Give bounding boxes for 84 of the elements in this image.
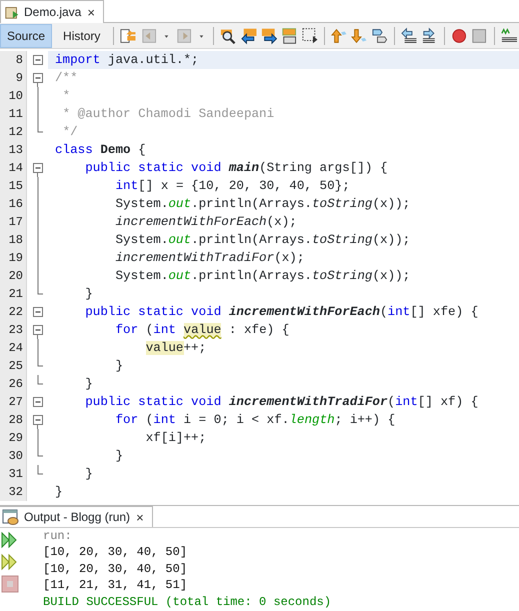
line-number: 9: [14, 70, 24, 87]
output-line: BUILD SUCCESSFUL (total time: 0 seconds): [43, 594, 332, 610]
line-number: 17: [8, 214, 24, 231]
code-line: * @author Chamodi Sandeepani: [62, 106, 276, 123]
line-number: 26: [8, 376, 24, 393]
code-line: }: [84, 286, 94, 303]
collapse-icon[interactable]: [32, 73, 42, 83]
code-line: /**: [54, 70, 79, 87]
code-line: System.out.println(Arrays.toString(x));: [114, 268, 412, 285]
line-number: 31: [8, 466, 24, 483]
code-line: System.out.println(Arrays.toString(x));: [114, 232, 412, 249]
search-icon[interactable]: [220, 26, 237, 44]
collapse-icon[interactable]: [32, 397, 42, 407]
line-number: 19: [8, 250, 24, 267]
code-line: incrementWithForEach(x);: [114, 214, 298, 231]
down-arrow-icon[interactable]: [351, 26, 368, 44]
line-number: 23: [8, 322, 24, 339]
line-number: 29: [8, 430, 24, 447]
line-number: 24: [8, 340, 24, 357]
code-line: for (int i = 0; i < xf.length; i++) {: [114, 412, 396, 429]
line-number: 11: [8, 106, 24, 123]
line-number: 28: [8, 412, 24, 429]
code-line: }: [84, 466, 94, 483]
line-number: 21: [8, 286, 24, 303]
line-number: 32: [8, 484, 24, 501]
rerun-icon[interactable]: [1, 530, 19, 549]
line-number: 18: [8, 232, 24, 249]
record-icon[interactable]: [450, 26, 468, 44]
code-line: public static void main(String args[]) {: [84, 160, 389, 177]
line-number: 22: [8, 304, 24, 321]
line-number: 13: [8, 142, 24, 159]
rerun-with-options-icon[interactable]: [1, 552, 19, 571]
output-line: [10, 20, 30, 40, 50]: [43, 544, 188, 561]
go-back-icon[interactable]: [120, 26, 137, 44]
line-number: 12: [8, 124, 24, 141]
code-line: }: [114, 448, 124, 465]
line-number: 16: [8, 196, 24, 213]
line-number: 14: [8, 160, 24, 177]
collapse-icon[interactable]: [32, 307, 42, 317]
code-line: }: [84, 376, 94, 393]
line-number: 27: [8, 394, 24, 411]
code-line: incrementWithTradiFor(x);: [114, 250, 306, 267]
find-previous-icon[interactable]: [240, 26, 257, 44]
stop-icon[interactable]: [471, 26, 488, 44]
code-line: int[] x = {10, 20, 30, 40, 50};: [114, 178, 351, 195]
collapse-icon[interactable]: [32, 325, 42, 335]
up-arrow-icon[interactable]: [331, 26, 348, 44]
code-line: public static void incrementWithTradiFor(int[] xf) {: [84, 394, 480, 411]
view-tab[interactable]: History: [56, 24, 108, 48]
line-number: 25: [8, 358, 24, 375]
collapse-icon[interactable]: [32, 55, 42, 65]
code-line: }: [114, 358, 124, 375]
file-tab-title[interactable]: Demo.java: [24, 3, 82, 21]
output-line: [11, 21, 31, 41, 51]: [43, 577, 188, 594]
close-button[interactable]: ×: [85, 6, 97, 18]
toggle-highlight-icon[interactable]: [281, 26, 298, 44]
shift-left-icon[interactable]: [401, 26, 418, 44]
code-line: public static void incrementWithForEach(int[] xfe) {: [84, 304, 480, 321]
output-line: [10, 20, 30, 40, 50]: [43, 560, 188, 578]
code-line: }: [54, 484, 64, 501]
line-number: 15: [8, 178, 24, 195]
view-tab[interactable]: Source: [0, 24, 52, 48]
find-next-icon[interactable]: [260, 26, 278, 44]
code-line: */: [62, 124, 79, 141]
collapse-icon[interactable]: [32, 415, 42, 425]
stop-icon[interactable]: [1, 574, 19, 593]
collapse-icon[interactable]: [32, 163, 42, 173]
close-button[interactable]: ×: [134, 510, 146, 524]
java-file-icon: [4, 4, 20, 20]
output-line: run:: [43, 528, 73, 544]
code-line: value++;: [144, 340, 208, 357]
line-number: 10: [8, 88, 24, 105]
code-line: for (int value : xfe) {: [114, 322, 290, 339]
line-number: 20: [8, 268, 24, 285]
line-number: 8: [14, 52, 24, 69]
wave-icon[interactable]: [500, 26, 517, 44]
output-tab-title[interactable]: Output - Blogg (run): [24, 508, 130, 526]
code-line: class Demo {: [54, 142, 147, 159]
code-line: *: [62, 88, 72, 105]
shapes-icon[interactable]: [372, 26, 388, 44]
selection-icon[interactable]: [302, 26, 318, 44]
line-number: 30: [8, 448, 24, 465]
code-line: xf[i]++;: [144, 430, 208, 447]
code-line: System.out.println(Arrays.toString(x));: [114, 196, 412, 213]
